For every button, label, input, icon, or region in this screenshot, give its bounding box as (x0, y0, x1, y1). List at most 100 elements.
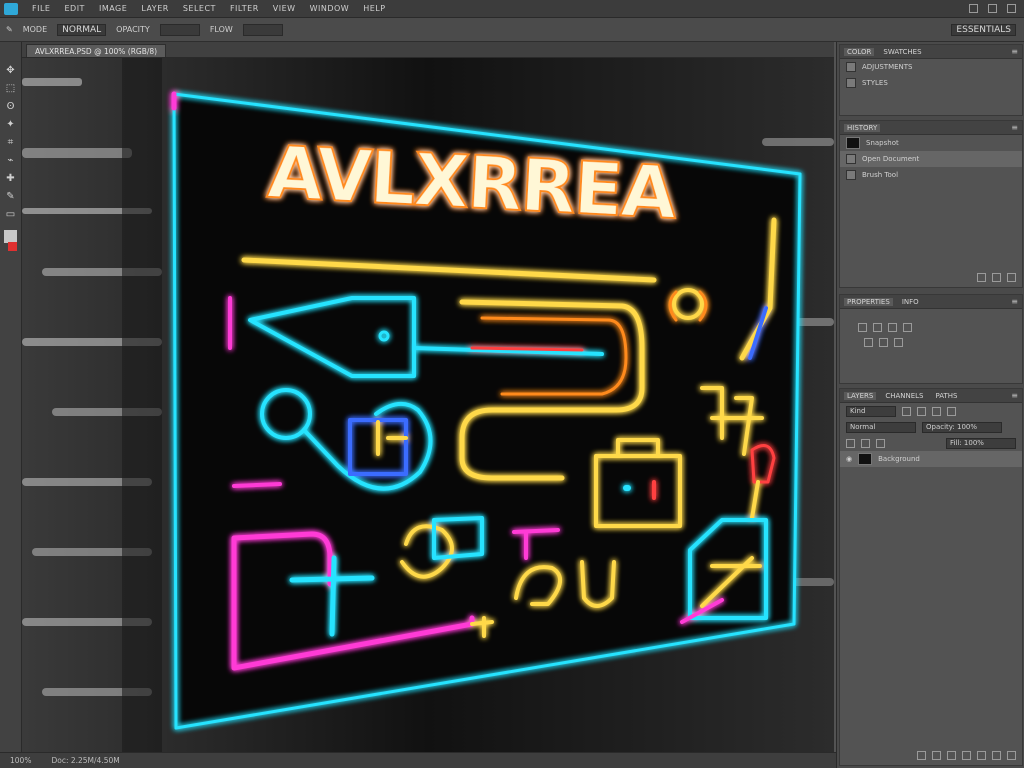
property-icon[interactable] (858, 323, 867, 332)
filter-pixel-icon[interactable] (902, 406, 911, 416)
workspace-switcher[interactable]: ESSENTIALS (951, 23, 1016, 36)
layer-opacity-input[interactable]: Opacity: 100% (922, 421, 1002, 433)
move-tool-icon[interactable]: ✥ (4, 64, 17, 77)
new-document-icon[interactable] (992, 273, 1001, 282)
opacity-input[interactable] (159, 23, 200, 36)
eyedropper-tool-icon[interactable]: ⌁ (4, 154, 17, 167)
document-canvas[interactable]: AVLXRREA (22, 58, 834, 752)
menu-edit[interactable]: EDIT (64, 4, 84, 13)
status-bar: 100% Doc: 2.25M/4.50M (0, 752, 836, 768)
history-item-label: Open Document (862, 155, 920, 163)
new-layer-icon[interactable] (992, 751, 1001, 760)
minimize-icon[interactable] (969, 4, 978, 13)
tab-paths[interactable]: PATHS (933, 392, 961, 400)
adjustments-row[interactable]: ADJUSTMENTS (840, 59, 1022, 75)
app-logo-icon (4, 2, 18, 15)
zoom-level[interactable]: 100% (10, 756, 31, 765)
menu-help[interactable]: HELP (363, 4, 385, 13)
panel-menu-icon[interactable]: ≡ (1011, 47, 1018, 56)
blend-mode-select[interactable]: NORMAL (57, 23, 107, 36)
menu-filter[interactable]: FILTER (230, 4, 259, 13)
layer-style-icon[interactable] (932, 751, 941, 760)
menu-bar: FILE EDIT IMAGE LAYER SELECT FILTER VIEW… (0, 0, 1024, 18)
property-icon[interactable] (879, 338, 888, 347)
menu-view[interactable]: VIEW (273, 4, 296, 13)
history-item[interactable]: Open Document (840, 151, 1022, 167)
layer-opacity-value: Opacity: 100% (926, 423, 978, 431)
filter-type-icon[interactable] (932, 406, 941, 416)
adjustment-layer-icon[interactable] (962, 751, 971, 760)
marquee-tool-icon[interactable]: ⬚ (4, 82, 17, 95)
history-step-icon (846, 170, 856, 180)
eye-icon[interactable]: ◉ (846, 455, 852, 463)
trash-icon[interactable] (1007, 273, 1016, 282)
new-snapshot-icon[interactable] (977, 273, 986, 282)
tab-color[interactable]: COLOR (844, 47, 875, 56)
neon-sign-artwork: AVLXRREA (22, 58, 834, 752)
flow-label: FLOW (209, 25, 233, 34)
property-icon[interactable] (873, 323, 882, 332)
menu-layer[interactable]: LAYER (141, 4, 169, 13)
group-icon[interactable] (977, 751, 986, 760)
layer-kind-filter[interactable]: Kind (846, 405, 896, 417)
filter-shape-icon[interactable] (947, 406, 956, 416)
eraser-tool-icon[interactable]: ▭ (4, 208, 17, 221)
photo-editor-window: FILE EDIT IMAGE LAYER SELECT FILTER VIEW… (0, 0, 1024, 768)
filter-adjustment-icon[interactable] (917, 406, 926, 416)
property-icon[interactable] (864, 338, 873, 347)
layers-panel: LAYERS CHANNELS PATHS ≡ Kind Normal Opac… (839, 388, 1023, 766)
tab-layers[interactable]: LAYERS (844, 391, 877, 400)
tab-channels[interactable]: CHANNELS (882, 392, 926, 400)
tab-info[interactable]: INFO (899, 298, 922, 306)
menu-select[interactable]: SELECT (183, 4, 216, 13)
color-swatches-panel: COLOR SWATCHES ≡ ADJUSTMENTS STYLES (839, 44, 1023, 116)
history-item[interactable]: Snapshot (840, 135, 1022, 151)
crop-tool-icon[interactable]: ⌗ (4, 136, 17, 149)
menu-image[interactable]: IMAGE (99, 4, 127, 13)
menu-window[interactable]: WINDOW (310, 4, 350, 13)
tab-swatches[interactable]: SWATCHES (880, 48, 924, 56)
magic-wand-tool-icon[interactable]: ✦ (4, 118, 17, 131)
lock-position-icon[interactable] (861, 438, 870, 448)
lock-pixels-icon[interactable] (846, 438, 855, 448)
layer-row[interactable]: ◉ Background (840, 451, 1022, 467)
close-icon[interactable] (1007, 4, 1016, 13)
lasso-tool-icon[interactable]: ʘ (4, 100, 17, 113)
layers-panel-tabs: LAYERS CHANNELS PATHS ≡ (840, 389, 1022, 403)
document-tab-label: AVLXRREA.PSD @ 100% (RGB/8) (35, 46, 158, 56)
document-tab[interactable]: AVLXRREA.PSD @ 100% (RGB/8) (26, 44, 167, 57)
history-menu-icon[interactable]: ≡ (1011, 123, 1018, 132)
flow-input[interactable] (242, 23, 283, 36)
background-color-swatch[interactable] (8, 242, 17, 251)
brush-tool-icon[interactable]: ✎ (4, 190, 17, 203)
layer-blend-mode-select[interactable]: Normal (846, 421, 916, 433)
layers-menu-icon[interactable]: ≡ (1011, 391, 1018, 400)
layer-lock-row: Fill: 100% (840, 435, 1022, 451)
workspace-label: ESSENTIALS (956, 24, 1011, 35)
layer-blend-mode-value: Normal (850, 423, 876, 431)
opacity-label: OPACITY (116, 25, 150, 34)
tab-history[interactable]: HISTORY (844, 123, 881, 132)
document-size: Doc: 2.25M/4.50M (51, 756, 120, 765)
brush-preset-icon[interactable]: ✎ (6, 25, 13, 34)
history-item[interactable]: Brush Tool (840, 167, 1022, 183)
trash-icon[interactable] (1007, 751, 1016, 760)
lock-all-icon[interactable] (876, 438, 885, 448)
link-layers-icon[interactable] (917, 751, 926, 760)
maximize-icon[interactable] (988, 4, 997, 13)
layer-filter-row: Kind (840, 403, 1022, 419)
properties-panel: PROPERTIES INFO ≡ (839, 294, 1023, 384)
property-icon[interactable] (894, 338, 903, 347)
tab-properties[interactable]: PROPERTIES (844, 297, 893, 306)
property-icon[interactable] (903, 323, 912, 332)
healing-tool-icon[interactable]: ✚ (4, 172, 17, 185)
styles-row[interactable]: STYLES (840, 75, 1022, 91)
properties-menu-icon[interactable]: ≡ (1011, 297, 1018, 306)
property-icon[interactable] (888, 323, 897, 332)
menu-file[interactable]: FILE (32, 4, 50, 13)
layer-mask-icon[interactable] (947, 751, 956, 760)
layer-fill-input[interactable]: Fill: 100% (946, 437, 1016, 449)
history-item-label: Brush Tool (862, 171, 899, 179)
layer-thumbnail (858, 453, 873, 465)
color-panel-tabs: COLOR SWATCHES ≡ (840, 45, 1022, 59)
